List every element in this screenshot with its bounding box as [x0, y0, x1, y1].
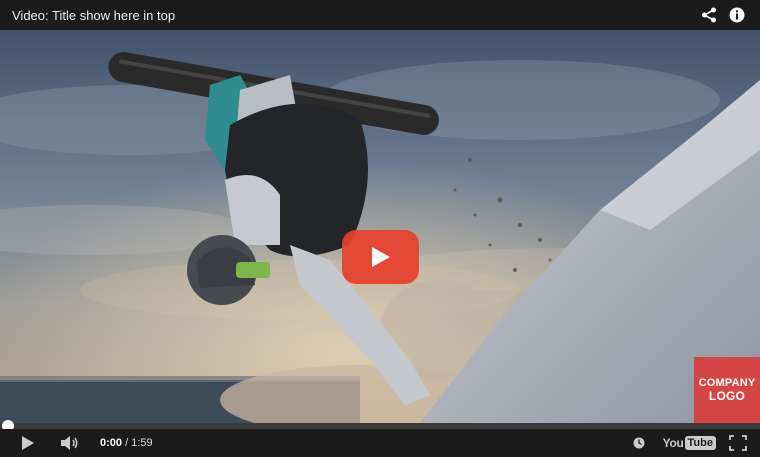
- video-player: Video: Title show here in top COMPANY LO…: [0, 0, 760, 457]
- info-icon[interactable]: [726, 4, 748, 26]
- current-time: 0:00: [100, 437, 123, 449]
- watch-later-button[interactable]: [629, 429, 649, 457]
- volume-button[interactable]: [56, 429, 84, 457]
- play-icon: [371, 247, 390, 267]
- fullscreen-icon: [729, 435, 747, 451]
- play-button-large[interactable]: [342, 230, 419, 284]
- control-bar: 0:00 / 1:59 You Tube: [0, 429, 760, 457]
- company-logo[interactable]: COMPANY LOGO: [694, 357, 760, 423]
- time-separator: /: [125, 437, 129, 449]
- title-bar: Video: Title show here in top: [0, 0, 760, 30]
- clock-icon: [633, 437, 645, 449]
- video-thumbnail: [0, 30, 760, 423]
- fullscreen-button[interactable]: [724, 429, 752, 457]
- play-icon: [22, 436, 34, 450]
- video-title[interactable]: Video: Title show here in top: [12, 8, 692, 23]
- youtube-logo[interactable]: You Tube: [663, 436, 716, 450]
- time-display: 0:00 / 1:59: [100, 437, 153, 449]
- duration: 1:59: [131, 437, 153, 449]
- share-icon[interactable]: [698, 4, 720, 26]
- play-button[interactable]: [14, 429, 42, 457]
- logo-line-2: LOGO: [708, 389, 746, 403]
- youtube-logo-you: You: [662, 436, 684, 450]
- youtube-logo-tube: Tube: [684, 436, 716, 450]
- video-frame[interactable]: COMPANY LOGO: [0, 30, 760, 423]
- volume-icon: [61, 436, 78, 450]
